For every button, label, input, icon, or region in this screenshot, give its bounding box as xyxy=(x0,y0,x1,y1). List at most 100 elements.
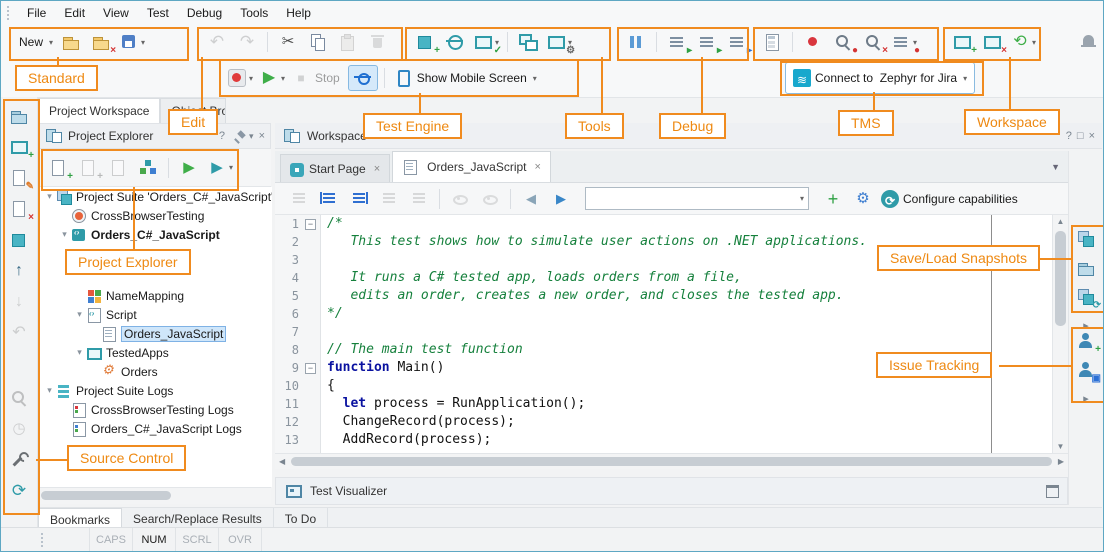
save-all-icon[interactable]: ▾ xyxy=(117,30,147,54)
menu-debug[interactable]: Debug xyxy=(178,3,231,23)
help-icon[interactable]: ? xyxy=(219,130,225,142)
record-icon[interactable]: ▾ xyxy=(225,66,255,90)
add-new-item-icon[interactable]: + xyxy=(44,156,72,180)
compare-ui-icon[interactable] xyxy=(514,30,542,54)
tree-item-crossbrowsertesting[interactable]: CrossBrowserTesting xyxy=(39,206,272,225)
run-icon[interactable]: ▶▾ xyxy=(257,66,287,90)
web-testing-icon[interactable] xyxy=(441,30,469,54)
configure-capabilities-button[interactable]: Configure capabilities xyxy=(879,187,1024,211)
close-project-icon[interactable]: × xyxy=(87,30,115,54)
code-line[interactable]: It runs a C# tested app, loads orders fr… xyxy=(327,269,1052,287)
restore-layout-icon[interactable]: ⟲▾ xyxy=(1008,30,1038,54)
organize-items-icon[interactable] xyxy=(134,156,162,180)
connect-zephyr-button[interactable]: Connect to Zephyr for Jira▾ xyxy=(785,62,975,94)
menu-test[interactable]: Test xyxy=(138,3,178,23)
evaluate-icon[interactable] xyxy=(758,30,786,54)
remove-file-icon[interactable]: × xyxy=(5,196,33,221)
chevron-down-icon[interactable]: ▾ xyxy=(533,74,537,83)
tree-item-crossbrowsertesting-logs[interactable]: CrossBrowserTesting Logs xyxy=(39,400,272,419)
tab-project-workspace[interactable]: Project Workspace xyxy=(38,98,160,123)
run-project-icon[interactable]: ▶ xyxy=(175,156,203,180)
stop-button[interactable]: ■Stop xyxy=(289,66,346,90)
scroll-thumb[interactable] xyxy=(291,457,1052,466)
panel-menu-icon[interactable]: ▾ xyxy=(249,131,254,142)
align-left-icon[interactable] xyxy=(315,187,343,211)
format-code-icon[interactable] xyxy=(285,187,313,211)
add-existing-item-icon[interactable]: + xyxy=(74,156,102,180)
code-line[interactable]: { xyxy=(327,377,1052,395)
scroll-up-icon[interactable]: ▲ xyxy=(1053,217,1068,226)
redo-icon[interactable]: ↷ xyxy=(233,30,261,54)
tab-list-dropdown-icon[interactable]: ▼ xyxy=(1051,162,1068,172)
open-from-scc-icon[interactable] xyxy=(5,103,33,128)
close-tab-icon[interactable]: × xyxy=(374,163,380,175)
close-panel-icon[interactable]: × xyxy=(259,130,265,142)
notifications-bell-icon[interactable] xyxy=(1075,30,1103,54)
region-checkpoint-icon[interactable]: ⚙▾ xyxy=(544,30,574,54)
save-snapshot-icon[interactable] xyxy=(1072,227,1100,251)
tree-item-script[interactable]: ▾Script xyxy=(39,305,272,324)
editor-combobox[interactable]: ▾ xyxy=(585,187,809,210)
issue-list-icon[interactable]: ▣ xyxy=(1072,358,1100,382)
tree-item-project-suite-orders-c-javascrip[interactable]: ▾Project Suite 'Orders_C#_JavaScript' (1 xyxy=(39,187,272,206)
tab-orders-javascript[interactable]: Orders_JavaScript × xyxy=(392,151,551,182)
pin-icon[interactable] xyxy=(230,129,244,143)
line-numbers-icon[interactable] xyxy=(375,187,403,211)
object-spy-icon[interactable] xyxy=(348,65,378,91)
code-line[interactable]: let process = RunApplication(); xyxy=(327,395,1052,413)
add-to-scc-icon[interactable]: + xyxy=(5,134,33,159)
step-over-icon[interactable]: ▸ xyxy=(693,30,721,54)
tree-item-orders-javascript[interactable]: Orders_JavaScript xyxy=(39,324,272,343)
tree-item-orders-c-javascript-logs[interactable]: Orders_C#_JavaScript Logs xyxy=(39,419,272,438)
open-project-icon[interactable] xyxy=(57,30,85,54)
properties-icon[interactable]: ⚙ xyxy=(849,187,877,211)
chevron-down-icon[interactable]: ▾ xyxy=(141,38,145,47)
tree-item-orders-c-javascript[interactable]: ▾Orders_C#_JavaScript xyxy=(39,225,272,244)
trace-into-icon[interactable]: ▸ xyxy=(663,30,691,54)
fold-marker-icon[interactable]: − xyxy=(305,363,316,374)
editor-hscrollbar[interactable]: ◀ ▶ xyxy=(275,453,1068,469)
show-region-icon[interactable] xyxy=(476,187,504,211)
toggle-breakpoint-icon[interactable] xyxy=(799,30,827,54)
find-in-scc-icon[interactable] xyxy=(5,385,33,410)
get-latest-icon[interactable]: ↓ xyxy=(5,289,33,314)
checkpoint-icon[interactable]: ✓▾ xyxy=(471,30,501,54)
menu-view[interactable]: View xyxy=(94,3,138,23)
scroll-left-icon[interactable]: ◀ xyxy=(279,457,285,466)
revert-icon[interactable]: ↶ xyxy=(5,320,33,345)
scroll-thumb[interactable] xyxy=(41,491,171,500)
expand-panel-icon[interactable] xyxy=(1046,485,1059,498)
close-panel-icon[interactable]: × xyxy=(978,30,1006,54)
tree-item-namemapping[interactable]: NameMapping xyxy=(39,286,272,305)
word-wrap-icon[interactable] xyxy=(405,187,433,211)
tree-item-testedapps[interactable]: ▾TestedApps xyxy=(39,343,272,362)
scc-settings-icon[interactable] xyxy=(5,447,33,472)
collapse-arrow-icon[interactable]: ▾ xyxy=(73,309,86,320)
new-item-icon[interactable] xyxy=(104,156,132,180)
run-selected-icon[interactable]: ▶▾ xyxy=(205,156,235,180)
undo-icon[interactable]: ↶ xyxy=(203,30,231,54)
code-line[interactable] xyxy=(327,323,1052,341)
collapse-arrow-icon[interactable]: ▾ xyxy=(43,191,56,202)
new-button[interactable]: New▾ xyxy=(13,30,55,54)
copy-icon[interactable] xyxy=(304,30,332,54)
edit-file-icon[interactable]: ✎ xyxy=(5,165,33,190)
align-right-icon[interactable] xyxy=(345,187,373,211)
run-test-icon[interactable]: + xyxy=(819,187,847,211)
delete-icon[interactable] xyxy=(364,30,392,54)
forward-icon[interactable]: ▶ xyxy=(547,187,575,211)
menu-help[interactable]: Help xyxy=(277,3,320,23)
chevron-down-icon[interactable]: ▾ xyxy=(281,74,285,83)
remove-breakpoints-icon[interactable]: × xyxy=(859,30,887,54)
maximize-icon[interactable]: □ xyxy=(1077,130,1084,142)
editor-vscrollbar[interactable]: ▲ ▼ xyxy=(1052,215,1068,453)
pause-icon[interactable] xyxy=(622,30,650,54)
chevron-down-icon[interactable]: ▾ xyxy=(800,194,804,203)
code-line[interactable]: AddRecord(process); xyxy=(327,431,1052,449)
close-panel-icon[interactable]: × xyxy=(1089,130,1095,142)
chevron-down-icon[interactable]: ▾ xyxy=(249,74,253,83)
breakpoints-list-icon[interactable]: ●▾ xyxy=(889,30,919,54)
collapse-arrow-icon[interactable]: ▾ xyxy=(43,385,56,396)
commit-icon[interactable]: ↑ xyxy=(5,258,33,283)
hide-region-icon[interactable] xyxy=(446,187,474,211)
